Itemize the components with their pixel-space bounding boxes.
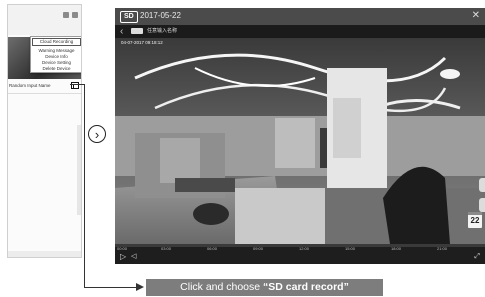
connector-line — [84, 287, 136, 288]
side-control-button[interactable] — [479, 178, 485, 192]
camera-icon — [131, 28, 143, 34]
connector-line — [84, 84, 85, 287]
timeline-tick-label: 12:00 — [299, 246, 310, 251]
callout-highlight: “SD card record” — [263, 281, 349, 293]
instruction-callout: Click and choose “SD card record” — [146, 279, 383, 296]
device-name-label: Random Input Name — [9, 83, 51, 88]
playback-timeline[interactable]: 00:00 03:00 06:00 09:00 12:00 15:00 18:0… — [115, 244, 485, 264]
side-control-button[interactable] — [479, 198, 485, 212]
player-title-bar: SD 2017-05-22 ✕ — [115, 8, 485, 25]
callout-prefix: Click and choose — [180, 281, 264, 293]
phone-screen: Cloud Recording Warning Message Device I… — [7, 4, 82, 258]
timeline-tick-label: 03:00 — [161, 246, 172, 251]
menu-item-cloud-recording[interactable]: Cloud Recording — [32, 38, 81, 46]
menu-icon[interactable] — [72, 12, 78, 18]
timeline-tick-label: 09:00 — [253, 246, 264, 251]
video-frame[interactable]: 04-07-2017 09:18:12 22 — [115, 38, 485, 244]
timeline-tick-label: 21:00 — [437, 246, 448, 251]
add-icon[interactable] — [63, 12, 69, 18]
calendar-icon[interactable]: 22 — [468, 212, 482, 228]
back-icon[interactable]: ‹ — [120, 25, 123, 38]
connector-line — [70, 84, 84, 85]
phone-top-bar — [8, 5, 81, 35]
playback-date[interactable]: 2017-05-22 — [140, 11, 181, 21]
phone-divider — [8, 93, 81, 94]
volume-icon[interactable]: ◁ — [131, 252, 136, 261]
fullscreen-icon[interactable]: ⤢ — [474, 252, 480, 261]
device-context-menu: Cloud Recording Warning Message Device I… — [30, 36, 81, 73]
sd-badge: SD — [120, 11, 138, 23]
next-step-arrow-icon: › — [88, 125, 106, 143]
office-scene-image — [115, 38, 485, 244]
phone-scrollbar[interactable] — [77, 125, 81, 215]
sd-playback-window: SD 2017-05-22 ✕ ‹ 任意输入名称 04-07-2017 09:1… — [115, 8, 485, 264]
callout-arrow-icon — [136, 283, 144, 291]
phone-top-icons — [63, 12, 78, 18]
timeline-tick-label: 18:00 — [391, 246, 402, 251]
phone-bottom-bar — [8, 251, 81, 257]
player-sub-bar: ‹ 任意输入名称 — [115, 25, 485, 38]
timeline-tick-label: 06:00 — [207, 246, 218, 251]
menu-item-delete-device[interactable]: Delete Device — [31, 66, 81, 72]
play-icon[interactable]: ▷ — [120, 252, 126, 261]
close-icon[interactable]: ✕ — [472, 10, 480, 22]
calendar-day: 22 — [470, 216, 480, 225]
camera-name: 任意输入名称 — [147, 28, 178, 34]
timeline-tick-label: 00:00 — [117, 246, 128, 251]
timeline-tick-label: 15:00 — [345, 246, 356, 251]
video-timestamp: 04-07-2017 09:18:12 — [121, 40, 163, 45]
